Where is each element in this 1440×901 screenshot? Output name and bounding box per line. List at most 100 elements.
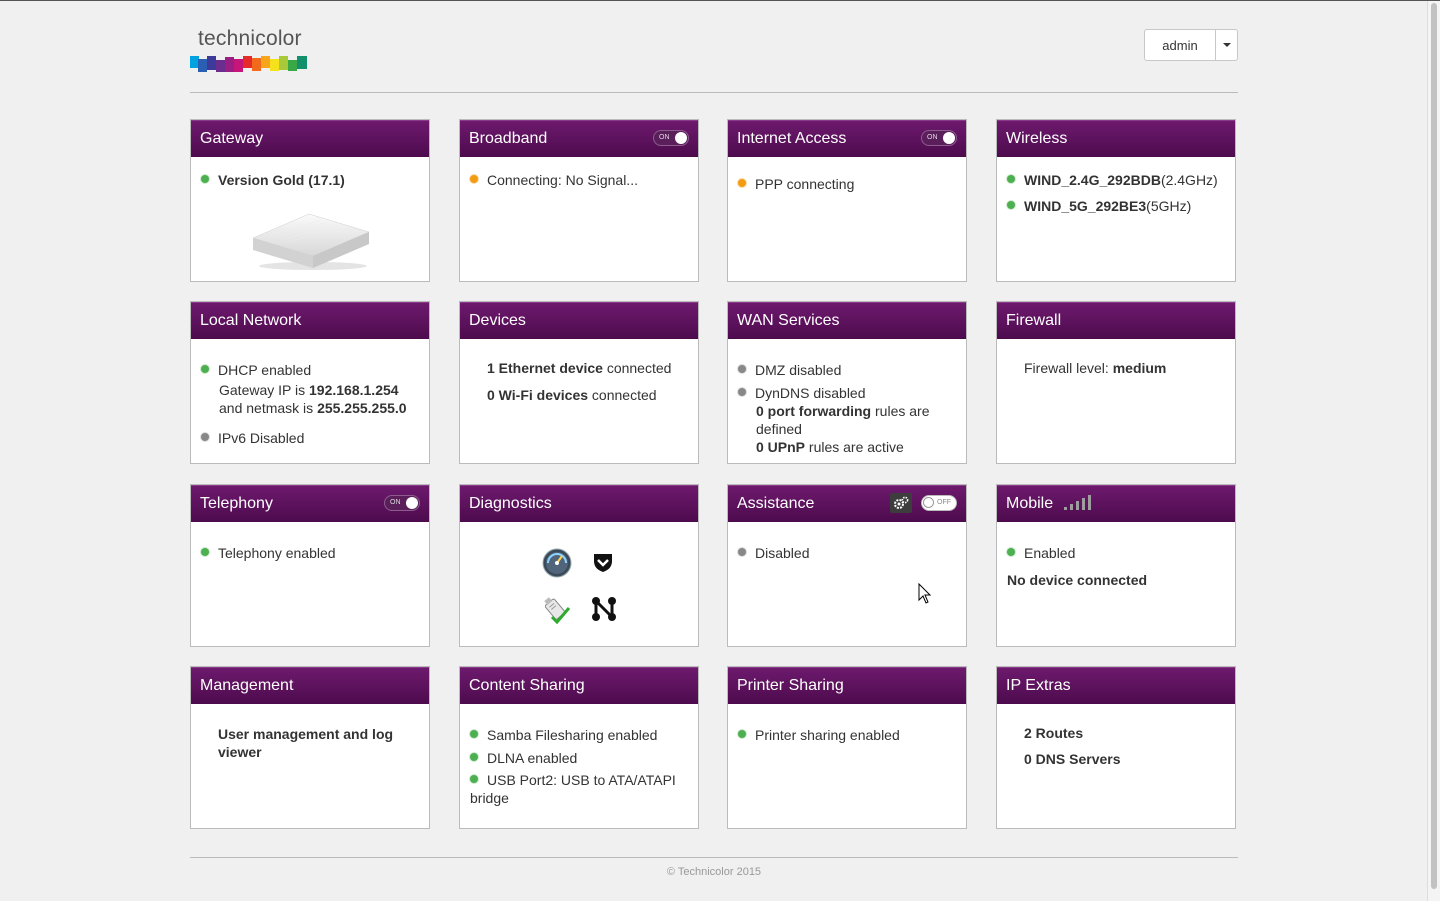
port-forwarding-count: 0 port forwarding xyxy=(756,403,872,419)
mobile-status: Enabled xyxy=(1024,545,1076,561)
management-text: User management and log viewer xyxy=(218,726,394,760)
upnp-count: 0 UPnP xyxy=(756,439,806,455)
user-button[interactable]: admin xyxy=(1145,30,1216,60)
cable-check-icon[interactable] xyxy=(542,595,572,625)
upnp-text: rules are active xyxy=(805,439,904,455)
telephony-toggle[interactable]: ON xyxy=(384,495,420,511)
status-dot-icon xyxy=(1007,548,1015,556)
gateway-version: Version Gold (17.1) xyxy=(218,172,345,188)
toggle-knob xyxy=(406,497,418,509)
wifi-devices: 0 Wi-Fi devices connected xyxy=(487,386,688,404)
usb-status: USB Port2: USB to ATA/ATAPI bridge xyxy=(470,772,676,806)
netmask-label: and netmask is xyxy=(219,400,318,416)
card-title[interactable]: Assistance xyxy=(737,495,814,512)
status-dot-icon xyxy=(470,775,478,783)
network-shield-icon[interactable] xyxy=(592,551,614,573)
status-dot-icon xyxy=(470,730,478,738)
firewall-level: medium xyxy=(1112,360,1167,376)
scrollbar[interactable] xyxy=(1427,1,1440,901)
card-ip-extras[interactable]: IP Extras 2 Routes 0 DNS Servers xyxy=(996,666,1236,829)
wifi-count: 0 Wi-Fi devices xyxy=(487,387,589,403)
card-title[interactable]: Local Network xyxy=(191,302,429,339)
caret-down-icon xyxy=(1222,43,1231,47)
card-diagnostics[interactable]: Diagnostics xyxy=(459,484,699,647)
telephony-status: Telephony enabled xyxy=(218,545,336,561)
card-title[interactable]: Mobile xyxy=(1006,495,1053,512)
printer-sharing-status: Printer sharing enabled xyxy=(755,727,900,743)
card-assistance[interactable]: Assistance OFF Disabled xyxy=(727,484,967,647)
scrollbar-thumb[interactable] xyxy=(1431,3,1437,889)
dyndns-status: DynDNS disabled xyxy=(755,385,866,401)
card-internet-access[interactable]: Internet Access ON PPP connecting xyxy=(727,119,967,282)
netmask-line: and netmask is 255.255.255.0 xyxy=(201,399,419,417)
routes-count: 2 Routes xyxy=(1024,725,1084,741)
card-devices[interactable]: Devices 1 Ethernet device connected 0 Wi… xyxy=(459,301,699,464)
copyright: © Technicolor 2015 xyxy=(666,866,762,878)
card-title[interactable]: WAN Services xyxy=(728,302,966,339)
card-firewall[interactable]: Firewall Firewall level: medium xyxy=(996,301,1236,464)
card-title[interactable]: Management xyxy=(191,667,429,704)
logo-color-bar xyxy=(190,56,307,72)
card-management[interactable]: Management User management and log viewe… xyxy=(190,666,430,829)
card-title[interactable]: Devices xyxy=(460,302,698,339)
internet-status: PPP connecting xyxy=(755,176,855,192)
card-content-sharing[interactable]: Content Sharing Samba Filesharing enable… xyxy=(459,666,699,829)
toggle-label: ON xyxy=(659,134,670,141)
page-header: technicolor admin xyxy=(190,1,1238,93)
toggle-knob xyxy=(943,132,955,144)
speedometer-icon[interactable] xyxy=(542,548,572,578)
card-wan-services[interactable]: WAN Services DMZ disabled DynDNS disable… xyxy=(727,301,967,464)
card-mobile[interactable]: Mobile Enabled No device connected xyxy=(996,484,1236,647)
user-menu[interactable]: admin xyxy=(1144,29,1238,61)
ethernet-count: 1 Ethernet device xyxy=(487,360,603,376)
wifi-ssid: WIND_5G_292BE3 xyxy=(1024,198,1147,214)
toggle-knob xyxy=(675,132,687,144)
status-dot-icon xyxy=(201,365,209,373)
card-broadband[interactable]: Broadband ON Connecting: No Signal... xyxy=(459,119,699,282)
upnp-summary: 0 UPnP rules are active xyxy=(738,438,956,456)
broadband-status: Connecting: No Signal... xyxy=(487,172,638,188)
toggle-label: ON xyxy=(927,134,938,141)
card-telephony[interactable]: Telephony ON Telephony enabled xyxy=(190,484,430,647)
dmz-status: DMZ disabled xyxy=(755,362,842,378)
card-title[interactable]: Internet Access xyxy=(737,130,846,147)
toggle-knob xyxy=(923,497,934,508)
network-topology-icon[interactable] xyxy=(591,596,617,622)
wifi-ssid: WIND_2.4G_292BDB xyxy=(1024,172,1161,188)
card-local-network[interactable]: Local Network DHCP enabled Gateway IP is… xyxy=(190,301,430,464)
status-dot-icon xyxy=(738,388,746,396)
status-dot-icon xyxy=(1007,175,1015,183)
card-title[interactable]: Content Sharing xyxy=(460,667,698,704)
card-title[interactable]: Telephony xyxy=(200,495,273,512)
mobile-device-status: No device connected xyxy=(1007,572,1148,588)
card-wireless[interactable]: Wireless WIND_2.4G_292BDB(2.4GHz) WIND_5… xyxy=(996,119,1236,282)
assistance-settings-button[interactable] xyxy=(890,493,912,513)
signal-strength-icon xyxy=(1063,494,1094,510)
user-menu-toggle[interactable] xyxy=(1216,30,1237,60)
card-title[interactable]: IP Extras xyxy=(997,667,1235,704)
card-title[interactable]: Broadband xyxy=(469,130,547,147)
card-title[interactable]: Printer Sharing xyxy=(728,667,966,704)
assistance-toggle[interactable]: OFF xyxy=(921,495,957,511)
technicolor-logo[interactable]: technicolor xyxy=(190,27,308,75)
router-image xyxy=(252,213,370,270)
broadband-toggle[interactable]: ON xyxy=(653,130,689,146)
footer: © Technicolor 2015 xyxy=(190,857,1238,878)
mouse-cursor-icon xyxy=(918,583,932,604)
card-printer-sharing[interactable]: Printer Sharing Printer sharing enabled xyxy=(727,666,967,829)
status-dot-icon xyxy=(470,175,478,183)
status-dot-icon xyxy=(201,548,209,556)
card-title[interactable]: Wireless xyxy=(997,120,1235,157)
card-title[interactable]: Diagnostics xyxy=(460,485,698,522)
card-title[interactable]: Gateway xyxy=(191,120,429,157)
status-dot-icon xyxy=(738,730,746,738)
dhcp-status: DHCP enabled xyxy=(218,362,312,378)
card-gateway[interactable]: Gateway Version Gold (17.1) xyxy=(190,119,430,282)
internet-toggle[interactable]: ON xyxy=(921,130,957,146)
wifi-band: (5GHz) xyxy=(1146,198,1192,214)
status-dot-icon xyxy=(1007,201,1015,209)
toggle-label: ON xyxy=(390,499,401,506)
firewall-level-line: Firewall level: medium xyxy=(1024,359,1225,377)
card-title[interactable]: Firewall xyxy=(997,302,1235,339)
ethernet-devices: 1 Ethernet device connected xyxy=(487,359,688,377)
